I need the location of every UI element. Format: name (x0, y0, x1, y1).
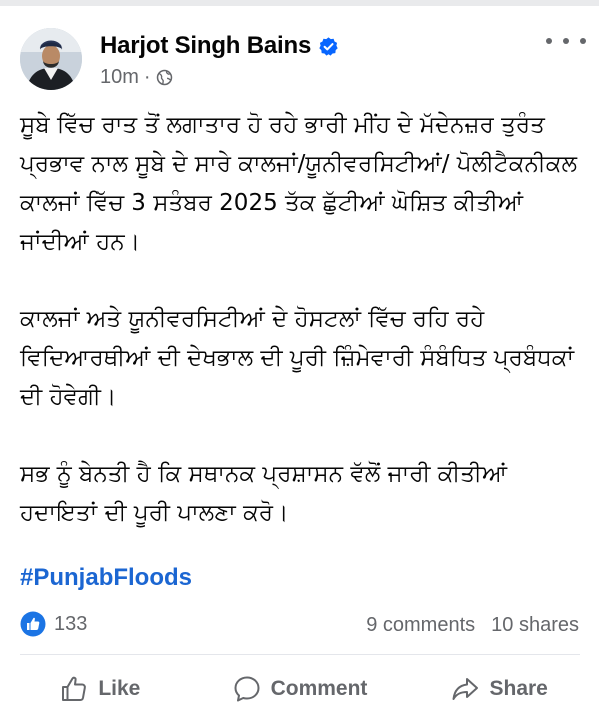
comments-count[interactable]: 9 comments (366, 611, 475, 639)
thumbs-up-icon (62, 676, 87, 701)
comment-button[interactable]: Comment (200, 665, 400, 713)
meta-separator: · (143, 65, 151, 88)
reaction-count: 133 (54, 612, 88, 635)
like-reaction-icon (20, 611, 46, 637)
comment-label: Comment (270, 677, 368, 700)
hashtag-link[interactable]: #PunjabFloods (20, 564, 192, 592)
share-label: Share (489, 677, 548, 700)
reactions-summary[interactable]: 133 (20, 611, 87, 637)
post-card: Harjot Singh Bains 10m · ਸੂਬੇ ਵਿੱਚ ਰਾਤ ਤ… (0, 6, 599, 720)
post-paragraph: ਸਭ ਨੂੰ ਬੇਨਤੀ ਹੈ ਕਿ ਸਥਾਨਕ ਪ੍ਰਸ਼ਾਸਨ ਵੱਲੋਂ … (20, 461, 508, 526)
comment-bubble-icon (234, 676, 260, 702)
author-avatar[interactable] (20, 28, 82, 90)
action-bar: Like Comment Share (0, 665, 599, 713)
share-button[interactable]: Share (399, 665, 599, 713)
share-arrow-icon (452, 678, 479, 700)
more-options-icon[interactable] (546, 29, 586, 53)
shares-count[interactable]: 10 shares (491, 611, 579, 639)
divider (20, 654, 580, 655)
post-body: ਸੂਬੇ ਵਿੱਚ ਰਾਤ ਤੋਂ ਲਗਾਤਾਰ ਹੋ ਰਹੇ ਭਾਰੀ ਮੀਂ… (20, 106, 580, 571)
post-paragraph: ਕਾਲਜਾਂ ਅਤੇ ਯੂਨੀਵਰਸਿਟੀਆਂ ਦੇ ਹੋਸਟਲਾਂ ਵਿੱਚ … (20, 306, 574, 410)
avatar-image (20, 28, 82, 90)
like-button[interactable]: Like (0, 665, 200, 713)
author-row: Harjot Singh Bains (100, 30, 339, 62)
globe-icon (156, 69, 173, 86)
like-label: Like (98, 677, 141, 700)
post-timestamp[interactable]: 10m (100, 66, 139, 89)
post-paragraph: ਸੂਬੇ ਵਿੱਚ ਰਾਤ ਤੋਂ ਲਗਾਤਾਰ ਹੋ ਰਹੇ ਭਾਰੀ ਮੀਂ… (20, 112, 578, 255)
verified-badge-icon (318, 36, 339, 57)
post-meta: 10m · (100, 65, 173, 89)
author-name[interactable]: Harjot Singh Bains (100, 32, 311, 60)
engagement-counts: 9 comments 10 shares (366, 611, 579, 639)
